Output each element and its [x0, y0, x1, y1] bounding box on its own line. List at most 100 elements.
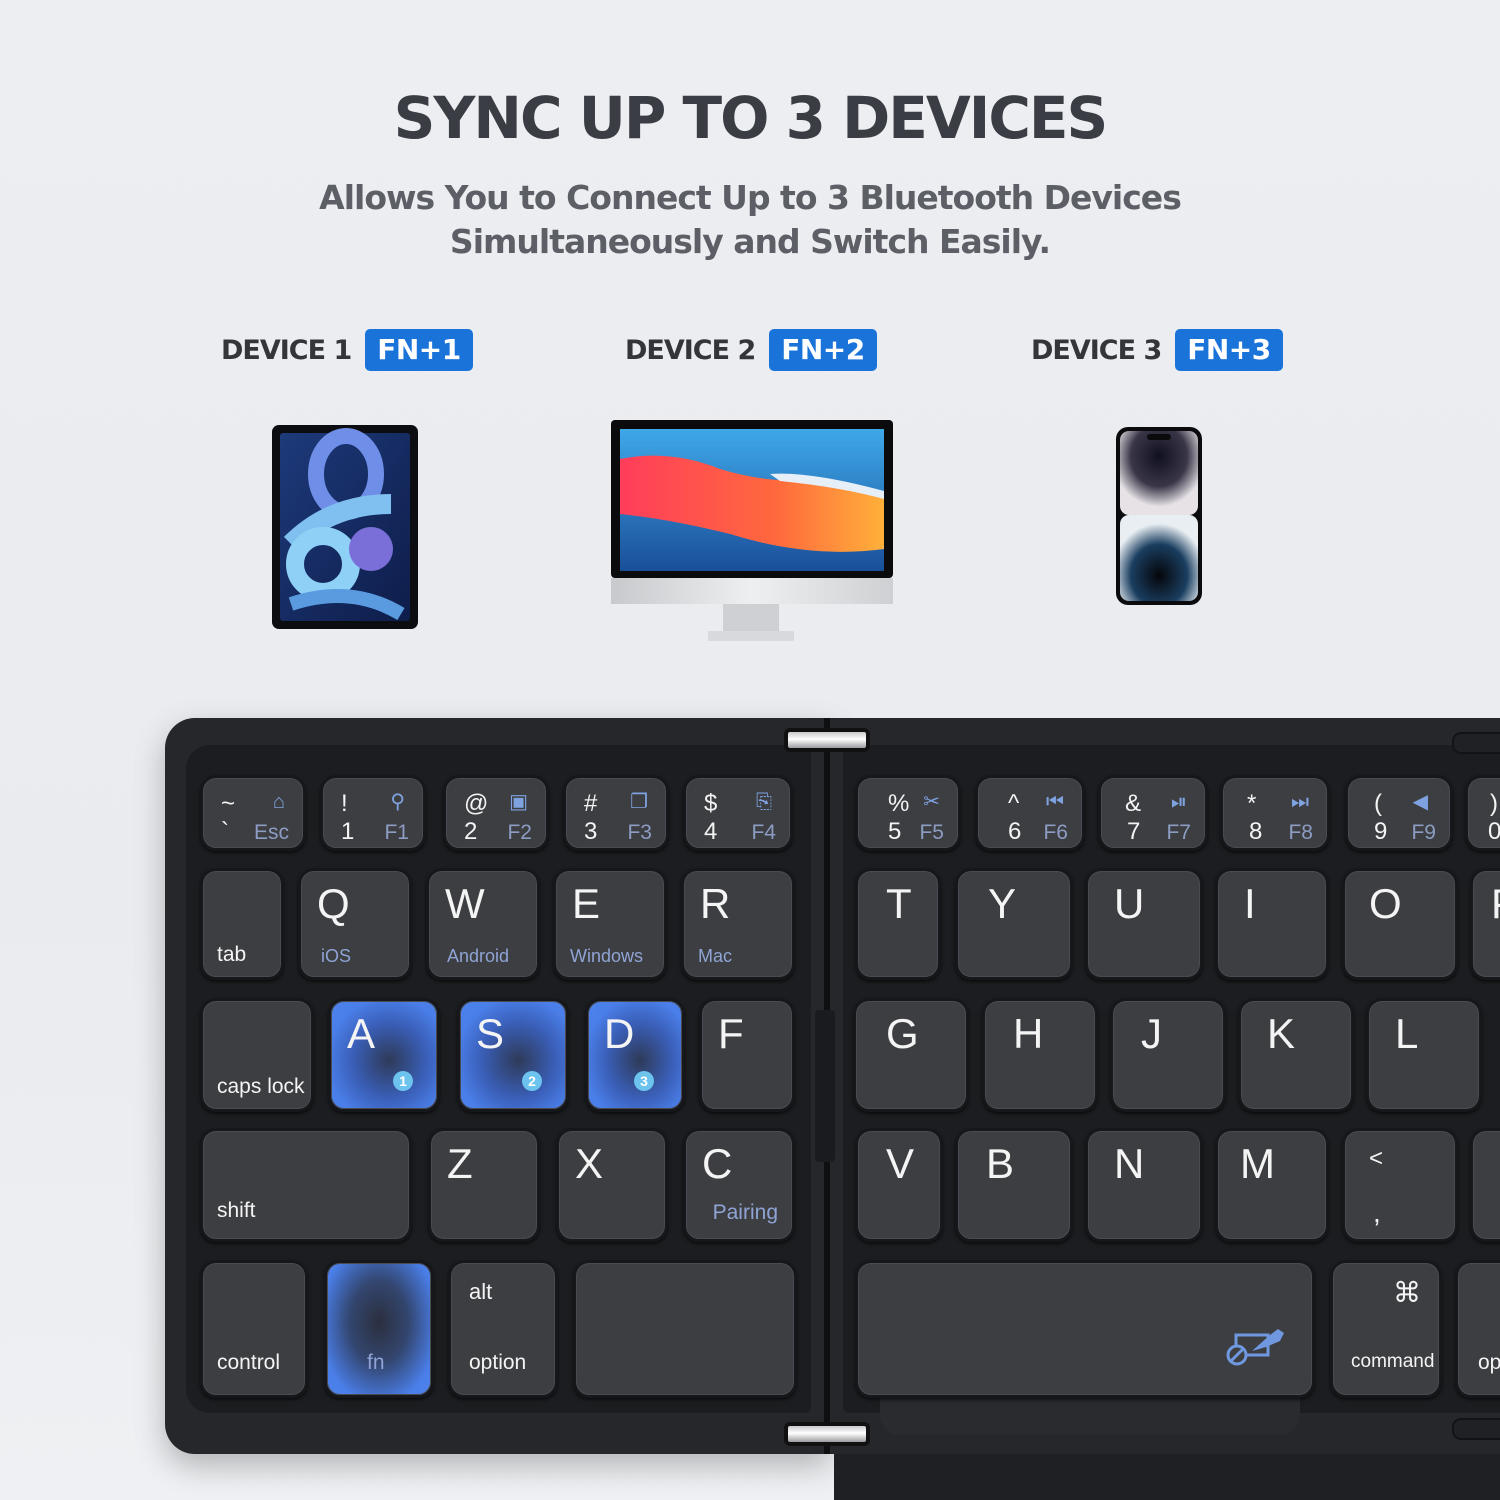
key-caps-lock[interactable]: caps lock — [200, 998, 314, 1112]
key-legend-shift: ! — [341, 790, 348, 817]
key-p[interactable]: P — [1470, 868, 1500, 980]
key-7[interactable]: & 7 ⏯ F7 — [1098, 775, 1208, 851]
key-g[interactable]: G — [853, 998, 969, 1112]
key-m[interactable]: M — [1215, 1128, 1329, 1242]
key-fn-label: F9 — [1411, 821, 1436, 844]
previous-track-icon: ⏮ — [1046, 791, 1064, 813]
key-esc[interactable]: ~ ` ⌂ Esc — [200, 775, 306, 851]
key-f[interactable]: F — [699, 998, 795, 1112]
key-legend-main: 4 — [704, 818, 718, 845]
key-legend-main: C — [702, 1140, 733, 1187]
cut-icon: ✂ — [923, 791, 940, 813]
key-legend-main: 1 — [341, 818, 355, 845]
device-name: DEVICE 3 — [1031, 334, 1162, 366]
key-label: control — [217, 1351, 281, 1374]
key-tab[interactable]: tab — [200, 868, 284, 980]
key-legend-shift: ( — [1374, 790, 1382, 817]
key-d-device-3[interactable]: D 3 — [585, 998, 685, 1112]
key-shift[interactable]: shift — [200, 1128, 412, 1242]
key-control[interactable]: control — [200, 1260, 308, 1398]
key-6[interactable]: ^ 6 ⏮ F6 — [975, 775, 1085, 851]
key-legend-main: K — [1267, 1010, 1296, 1057]
key-legend-shift: * — [1247, 790, 1257, 817]
key-legend-alt: alt — [469, 1279, 493, 1304]
smartphone-icon — [1116, 427, 1202, 605]
key-os-label: Mac — [698, 946, 733, 966]
key-legend-main: ` — [221, 818, 229, 845]
key-o[interactable]: O — [1342, 868, 1458, 980]
page-subtitle: Allows You to Connect Up to 3 Bluetooth … — [0, 176, 1500, 264]
key-legend-main: X — [575, 1140, 604, 1187]
copy-icon: ❐ — [630, 791, 648, 813]
side-slot-top — [1452, 732, 1500, 754]
key-k[interactable]: K — [1238, 998, 1354, 1112]
key-legend-shift: ) — [1490, 790, 1498, 817]
key-s-device-2[interactable]: S 2 — [457, 998, 569, 1112]
key-c-pairing[interactable]: C Pairing — [683, 1128, 795, 1242]
key-r[interactable]: R Mac — [681, 868, 795, 980]
key-legend-main: S — [476, 1010, 505, 1057]
key-period[interactable] — [1470, 1128, 1500, 1242]
key-fn-label: Esc — [253, 821, 289, 844]
key-w[interactable]: W Android — [426, 868, 540, 980]
shortcut-badge: FN+1 — [365, 329, 473, 371]
key-h[interactable]: H — [982, 998, 1098, 1112]
key-legend-main: 6 — [1008, 818, 1022, 845]
key-fn[interactable]: fn — [324, 1260, 434, 1398]
key-legend-shift: % — [888, 790, 910, 817]
key-comma[interactable]: < , — [1342, 1128, 1458, 1242]
search-icon: ⚲ — [390, 791, 405, 813]
key-legend-main: 5 — [888, 818, 902, 845]
key-1[interactable]: ! 1 ⚲ F1 — [320, 775, 426, 851]
key-legend-main: R — [700, 880, 731, 927]
key-8[interactable]: * 8 ⏭ F8 — [1220, 775, 1330, 851]
space-bar-right[interactable] — [855, 1260, 1315, 1398]
key-y[interactable]: Y — [955, 868, 1073, 980]
key-i[interactable]: I — [1215, 868, 1329, 980]
key-legend-shift: ^ — [1008, 790, 1020, 817]
key-label: op — [1478, 1351, 1500, 1374]
key-x[interactable]: X — [556, 1128, 668, 1242]
key-e[interactable]: E Windows — [553, 868, 667, 980]
key-fn-label: F5 — [919, 821, 944, 844]
key-l[interactable]: L — [1366, 998, 1482, 1112]
key-v[interactable]: V — [855, 1128, 943, 1242]
key-t[interactable]: T — [855, 868, 941, 980]
space-bar-left[interactable] — [573, 1260, 797, 1398]
key-fn-label: F8 — [1288, 821, 1313, 844]
key-n[interactable]: N — [1085, 1128, 1203, 1242]
hinge-clip-top — [784, 728, 870, 752]
key-b[interactable]: B — [955, 1128, 1073, 1242]
play-pause-icon: ⏯ — [1171, 791, 1187, 813]
key-9[interactable]: ( 9 ◀ F9 — [1345, 775, 1453, 851]
tablet-icon — [272, 425, 418, 629]
key-legend-main: 0 — [1488, 818, 1500, 845]
shortcut-badge: FN+3 — [1175, 329, 1283, 371]
key-option[interactable]: alt option — [448, 1260, 558, 1398]
key-j[interactable]: J — [1110, 998, 1226, 1112]
key-legend-shift: @ — [464, 790, 489, 817]
key-fn-label: F2 — [507, 821, 532, 844]
shortcut-badge: FN+2 — [769, 329, 877, 371]
key-label: fn — [367, 1351, 385, 1374]
key-label: option — [469, 1351, 527, 1374]
key-4[interactable]: $ 4 ⎘ F4 — [683, 775, 793, 851]
key-a-device-1[interactable]: A 1 — [328, 998, 440, 1112]
key-legend-main: 2 — [464, 818, 478, 845]
key-0[interactable]: ) 0 — [1465, 775, 1500, 851]
key-5[interactable]: % 5 ✂ F5 — [855, 775, 961, 851]
key-q[interactable]: Q iOS — [298, 868, 412, 980]
subtitle-line-1: Allows You to Connect Up to 3 Bluetooth … — [319, 178, 1182, 217]
key-legend-main: 8 — [1249, 818, 1263, 845]
volume-icon: ◀ — [1412, 791, 1428, 813]
key-z[interactable]: Z — [428, 1128, 540, 1242]
key-3[interactable]: # 3 ❐ F3 — [563, 775, 669, 851]
key-option-right[interactable]: op — [1455, 1260, 1500, 1398]
key-command[interactable]: ⌘ command — [1330, 1260, 1442, 1398]
key-legend-main: L — [1395, 1010, 1419, 1057]
page-title: SYNC UP TO 3 DEVICES — [393, 84, 1109, 152]
key-legend-main: P — [1491, 883, 1500, 925]
key-os-label: Android — [447, 946, 510, 966]
key-u[interactable]: U — [1085, 868, 1203, 980]
key-2[interactable]: @ 2 ▣ F2 — [443, 775, 549, 851]
